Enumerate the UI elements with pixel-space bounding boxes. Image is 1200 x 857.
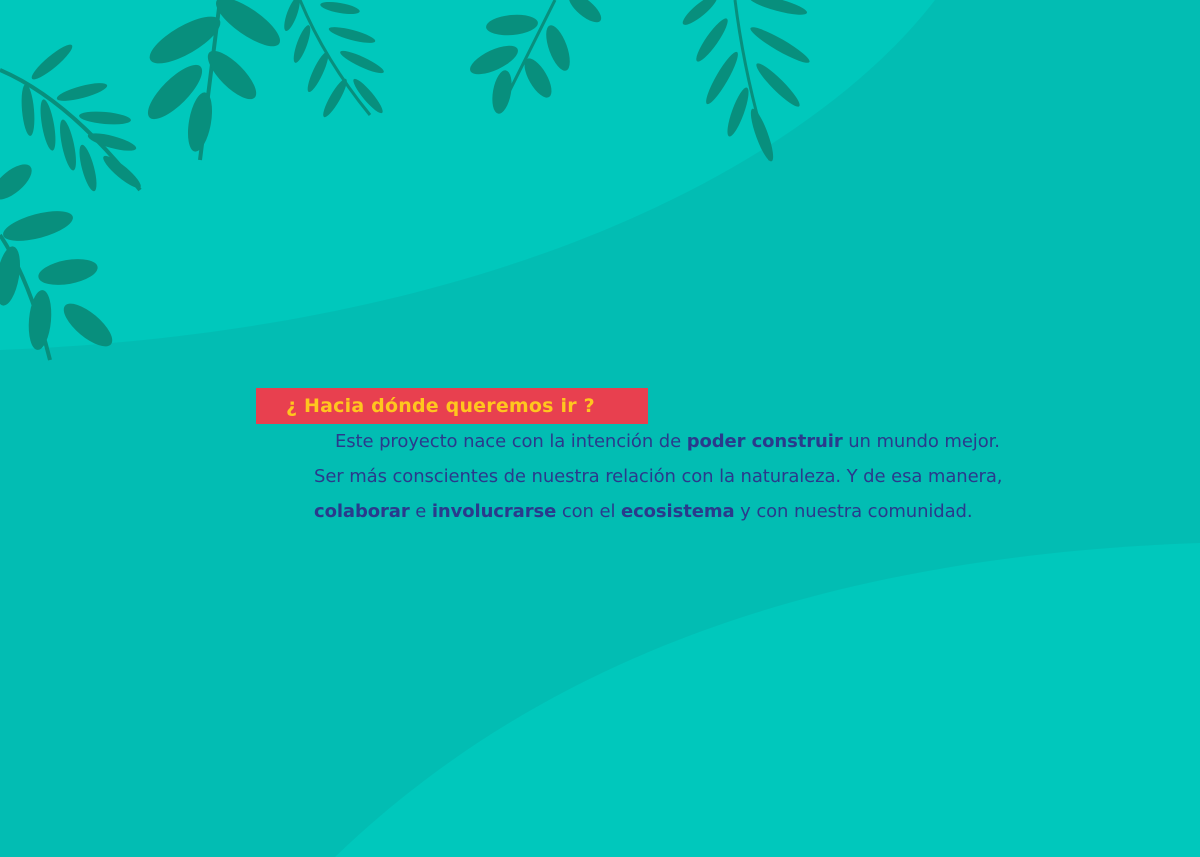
section-heading: ¿ Hacia dónde queremos ir ? [286,395,595,417]
emphasis-text: involucrarse [431,501,557,522]
emphasis-text: poder construir [686,431,843,452]
paragraph-text: y con nuestra comunidad. [734,501,973,522]
section-heading-box: ¿ Hacia dónde queremos ir ? [256,388,648,424]
paragraph-text: e [409,501,432,522]
paragraph-text: Este proyecto nace con la intención de [335,431,687,452]
emphasis-text: colaborar [314,501,410,522]
paragraph-text: con el [556,501,621,522]
emphasis-text: ecosistema [620,501,735,522]
intro-paragraph: Este proyecto nace con la intención de p… [314,424,1034,529]
page: ¿ Hacia dónde queremos ir ? Este proyect… [0,0,1200,857]
